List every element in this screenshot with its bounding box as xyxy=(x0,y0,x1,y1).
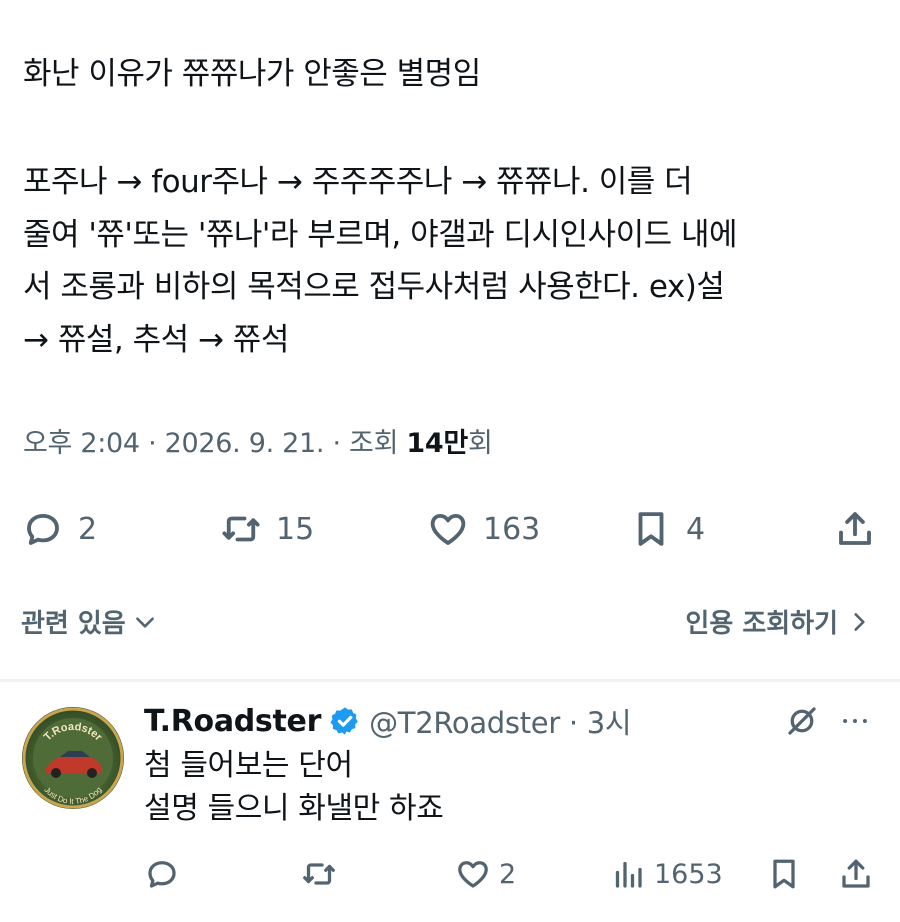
bookmark-icon xyxy=(773,859,795,889)
reply-views-button[interactable]: 1653 xyxy=(610,852,723,896)
share-icon xyxy=(839,512,871,545)
reply-button[interactable]: 2 xyxy=(22,505,97,553)
reply-line-2: 설명 들으니 화낼만 하죠 xyxy=(144,791,444,826)
share-button[interactable] xyxy=(834,505,876,553)
reply-share-button[interactable] xyxy=(838,852,874,896)
more-icon[interactable] xyxy=(838,704,872,738)
chevron-down-icon xyxy=(135,616,154,628)
grok-icon[interactable] xyxy=(784,703,820,739)
like-button[interactable]: 163 xyxy=(427,505,540,553)
reply-view-count: 1653 xyxy=(654,858,723,890)
quote-views-label: 인용 조회하기 xyxy=(685,609,838,639)
like-count: 163 xyxy=(483,511,541,547)
reply-count: 2 xyxy=(78,511,98,547)
reply-retweet-button[interactable] xyxy=(301,852,337,896)
reply-text: 첨 들어보는 단어 설명 들으니 화낼만 하죠 xyxy=(144,744,444,830)
avatar-image: T.Roadster Just Do It The Dog xyxy=(22,707,124,809)
retweet-count: 15 xyxy=(276,511,315,547)
share-icon xyxy=(842,859,870,888)
verified-icon xyxy=(330,707,358,735)
quote-views-link[interactable]: 인용 조회하기 xyxy=(685,603,872,640)
views-icon xyxy=(615,861,642,888)
bookmark-icon xyxy=(638,512,664,546)
retweet-icon xyxy=(303,863,335,885)
reply-icon xyxy=(148,861,176,888)
avatar[interactable]: T.Roadster Just Do It The Dog xyxy=(22,707,124,809)
chevron-right-icon xyxy=(854,612,865,631)
retweet-icon xyxy=(222,516,260,542)
bookmark-count: 4 xyxy=(686,511,706,547)
tweet-body: 포주나 → four주나 → 주주주주나 → 쮸쮸나. 이를 더 줄여 '쮸'또… xyxy=(23,164,738,358)
reply-like-count: 2 xyxy=(499,858,517,890)
view-suffix: 회 xyxy=(467,428,493,459)
reply-header: T.Roadster @T2Roadster · 3시 xyxy=(144,700,632,742)
like-icon xyxy=(458,861,488,888)
like-icon xyxy=(430,513,466,545)
reply-display-name[interactable]: T.Roadster xyxy=(144,704,321,739)
tweet-timestamp[interactable]: 오후 2:04 · 2026. 9. 21. · 조회 xyxy=(23,428,406,459)
reply-icon xyxy=(27,513,59,545)
divider xyxy=(0,679,900,682)
tweet-title: 화난 이유가 쮸쮸나가 안좋은 별명임 xyxy=(23,56,481,92)
reply-line-1: 첨 들어보는 단어 xyxy=(144,748,353,783)
related-toggle[interactable]: 관련 있음 xyxy=(21,603,158,640)
reply-like-button[interactable]: 2 xyxy=(455,852,516,896)
bookmark-button[interactable]: 4 xyxy=(630,505,705,553)
tweet-meta: 오후 2:04 · 2026. 9. 21. · 조회 14만회 xyxy=(23,424,493,464)
reply-handle-time[interactable]: @T2Roadster · 3시 xyxy=(369,700,631,742)
view-count: 14만 xyxy=(406,428,468,459)
retweet-button[interactable]: 15 xyxy=(220,505,314,553)
reply-action-bar: 2 1653 xyxy=(0,852,900,896)
reply-top-actions xyxy=(784,703,872,739)
reply-bookmark-button[interactable] xyxy=(766,852,802,896)
tweet-action-bar: 2 15 163 4 xyxy=(0,505,900,553)
reply-reply-button[interactable] xyxy=(144,852,180,896)
related-label: 관련 있음 xyxy=(21,609,126,639)
